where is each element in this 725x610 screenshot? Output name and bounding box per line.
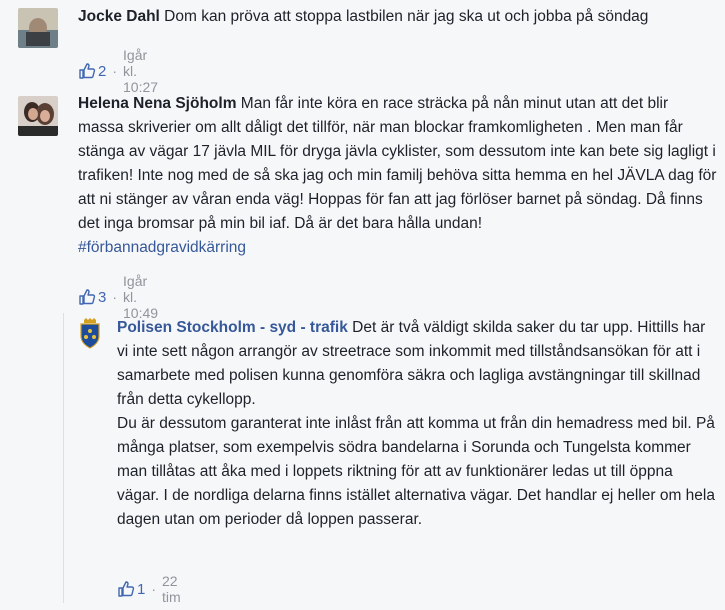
comment-text: Dom kan pröva att stoppa lastbilen när j… [164, 8, 649, 25]
avatar[interactable] [18, 8, 58, 48]
author-name[interactable]: Helena Nena Sjöholm [78, 95, 236, 112]
thumbs-up-icon[interactable] [78, 288, 96, 306]
timestamp[interactable]: Igår kl. 10:27 [123, 47, 158, 95]
author-name[interactable]: Polisen Stockholm - syd - trafik [117, 319, 348, 336]
timestamp[interactable]: Igår kl. 10:49 [123, 273, 158, 321]
separator-dot: · [151, 581, 157, 597]
thumbs-up-icon[interactable] [78, 62, 96, 80]
comment-meta: 2 · Igår kl. 10:27 [78, 47, 158, 95]
comment-text: Man får inte köra en race sträcka på nån… [78, 95, 717, 232]
author-name[interactable]: Jocke Dahl [78, 8, 160, 25]
comment-meta: 3 · Igår kl. 10:49 [78, 273, 158, 321]
hashtag-link[interactable]: #förbannadgravidkärring [78, 239, 246, 256]
comment-meta: 1 · 22 tim [117, 573, 181, 605]
like-count[interactable]: 2 [98, 63, 106, 80]
comment-text: Du är dessutom garanterat inte inlåst fr… [117, 415, 715, 528]
thumbs-up-icon[interactable] [117, 580, 135, 598]
like-count[interactable]: 3 [98, 289, 106, 306]
reply-thread-line [63, 313, 64, 603]
separator-dot: · [112, 63, 118, 79]
avatar[interactable] [18, 96, 58, 136]
separator-dot: · [112, 289, 118, 305]
police-crest-avatar[interactable] [76, 317, 104, 349]
timestamp[interactable]: 22 tim [162, 573, 181, 605]
like-count[interactable]: 1 [137, 581, 145, 598]
